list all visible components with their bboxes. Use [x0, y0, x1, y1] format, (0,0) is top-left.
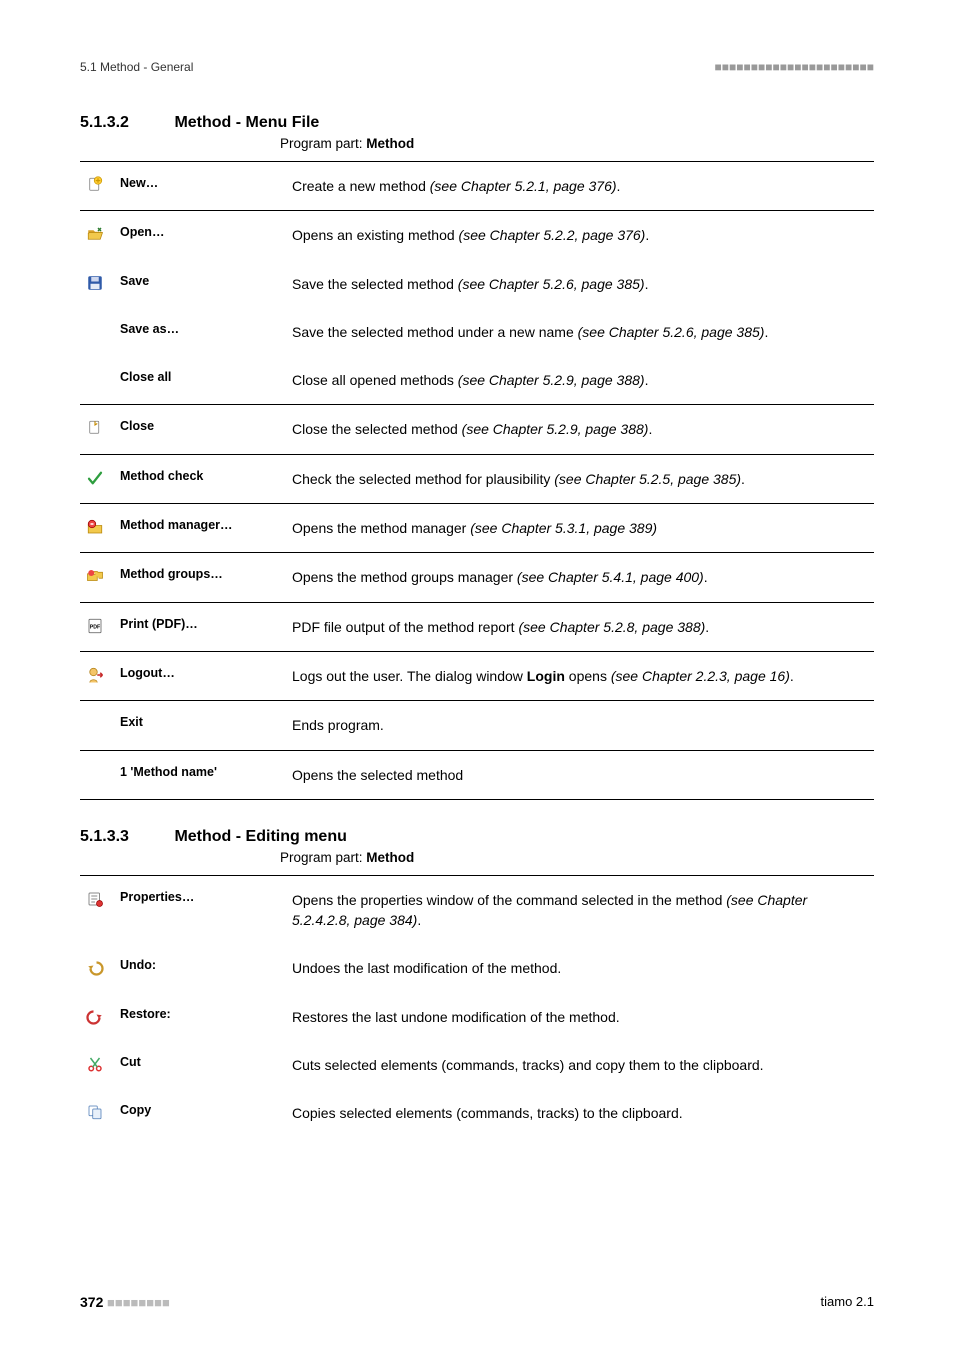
program-part-edit: Program part: Method [280, 850, 874, 865]
manager-icon [80, 504, 114, 553]
menu-item-description: Opens the method manager (see Chapter 5.… [286, 504, 874, 553]
close-icon [80, 405, 114, 454]
cut-icon [80, 1041, 114, 1089]
table-row: PDF Print (PDF)…PDF file output of the me… [80, 602, 874, 651]
menu-item-description: Save the selected method (see Chapter 5.… [286, 260, 874, 308]
menu-item-label: Close [114, 405, 286, 454]
menu-item-label: Restore: [114, 993, 286, 1041]
table-row: Method groups…Opens the method groups ma… [80, 553, 874, 602]
menu-item-description: Check the selected method for plausibili… [286, 454, 874, 503]
table-row: Open…Opens an existing method (see Chapt… [80, 211, 874, 260]
menu-item-description: Opens the method groups manager (see Cha… [286, 553, 874, 602]
menu-item-label: Exit [114, 701, 286, 750]
menu-item-label: Method manager… [114, 504, 286, 553]
menu-item-description: Undoes the last modification of the meth… [286, 944, 874, 992]
menu-item-label: Cut [114, 1041, 286, 1089]
table-row: CopyCopies selected elements (commands, … [80, 1089, 874, 1137]
check-icon [80, 454, 114, 503]
header-ornament: ■■■■■■■■■■■■■■■■■■■■■■ [715, 60, 874, 74]
menu-item-description: Opens the selected method [286, 750, 874, 799]
menu-item-label: Undo: [114, 944, 286, 992]
blank-icon [80, 701, 114, 750]
table-row: Undo:Undoes the last modification of the… [80, 944, 874, 992]
section-edit-title: Method - Editing menu [174, 828, 346, 845]
section-edit-heading: 5.1.3.3 Method - Editing menu [80, 828, 874, 846]
menu-item-label: Save [114, 260, 286, 308]
table-row: Properties…Opens the properties window o… [80, 875, 874, 944]
groups-icon [80, 553, 114, 602]
table-row: Logout…Logs out the user. The dialog win… [80, 651, 874, 700]
table-row: 1 'Method name'Opens the selected method [80, 750, 874, 799]
open-icon [80, 211, 114, 260]
blank-icon [80, 356, 114, 405]
menu-item-description: PDF file output of the method report (se… [286, 602, 874, 651]
menu-item-label: Method check [114, 454, 286, 503]
header-left: 5.1 Method - General [80, 60, 193, 74]
table-row: SaveSave the selected method (see Chapte… [80, 260, 874, 308]
table-row: CloseClose the selected method (see Chap… [80, 405, 874, 454]
menu-item-description: Save the selected method under a new nam… [286, 308, 874, 356]
menu-item-label: 1 'Method name' [114, 750, 286, 799]
section-file-title: Method - Menu File [174, 114, 319, 131]
table-row: Restore:Restores the last undone modific… [80, 993, 874, 1041]
menu-item-label: Open… [114, 211, 286, 260]
section-file-heading: 5.1.3.2 Method - Menu File [80, 114, 874, 132]
section-file-number: 5.1.3.2 [80, 114, 170, 132]
menu-item-description: Close the selected method (see Chapter 5… [286, 405, 874, 454]
page-number: 372 ■■■■■■■■ [80, 1294, 170, 1310]
menu-item-description: Opens an existing method (see Chapter 5.… [286, 211, 874, 260]
running-header: 5.1 Method - General ■■■■■■■■■■■■■■■■■■■… [80, 60, 874, 74]
menu-item-label: Close all [114, 356, 286, 405]
menu-item-label: Logout… [114, 651, 286, 700]
save-icon [80, 260, 114, 308]
section-edit-number: 5.1.3.3 [80, 828, 170, 846]
table-row: ExitEnds program. [80, 701, 874, 750]
menu-item-label: Save as… [114, 308, 286, 356]
menu-item-description: Copies selected elements (commands, trac… [286, 1089, 874, 1137]
undo-icon [80, 944, 114, 992]
menu-item-description: Restores the last undone modification of… [286, 993, 874, 1041]
table-row: Method checkCheck the selected method fo… [80, 454, 874, 503]
svg-text:PDF: PDF [90, 624, 101, 630]
file-menu-table: New…Create a new method (see Chapter 5.2… [80, 161, 874, 800]
blank-icon [80, 750, 114, 799]
table-row: CutCuts selected elements (commands, tra… [80, 1041, 874, 1089]
table-row: Close allClose all opened methods (see C… [80, 356, 874, 405]
table-row: Method manager…Opens the method manager … [80, 504, 874, 553]
menu-item-description: Cuts selected elements (commands, tracks… [286, 1041, 874, 1089]
menu-item-label: Method groups… [114, 553, 286, 602]
menu-item-label: Copy [114, 1089, 286, 1137]
menu-item-description: Ends program. [286, 701, 874, 750]
logout-icon [80, 651, 114, 700]
blank-icon [80, 308, 114, 356]
menu-item-label: Properties… [114, 875, 286, 944]
new-icon [80, 162, 114, 211]
pdf-icon: PDF [80, 602, 114, 651]
menu-item-description: Close all opened methods (see Chapter 5.… [286, 356, 874, 405]
restore-icon [80, 993, 114, 1041]
menu-item-description: Logs out the user. The dialog window Log… [286, 651, 874, 700]
menu-item-description: Opens the properties window of the comma… [286, 875, 874, 944]
menu-item-label: New… [114, 162, 286, 211]
page-footer: 372 ■■■■■■■■ tiamo 2.1 [80, 1294, 874, 1310]
table-row: New…Create a new method (see Chapter 5.2… [80, 162, 874, 211]
edit-menu-table: Properties…Opens the properties window o… [80, 875, 874, 1138]
menu-item-description: Create a new method (see Chapter 5.2.1, … [286, 162, 874, 211]
footer-right: tiamo 2.1 [821, 1294, 874, 1310]
table-row: Save as…Save the selected method under a… [80, 308, 874, 356]
program-part-file: Program part: Method [280, 136, 874, 151]
menu-item-label: Print (PDF)… [114, 602, 286, 651]
properties-icon [80, 875, 114, 944]
copy-icon [80, 1089, 114, 1137]
